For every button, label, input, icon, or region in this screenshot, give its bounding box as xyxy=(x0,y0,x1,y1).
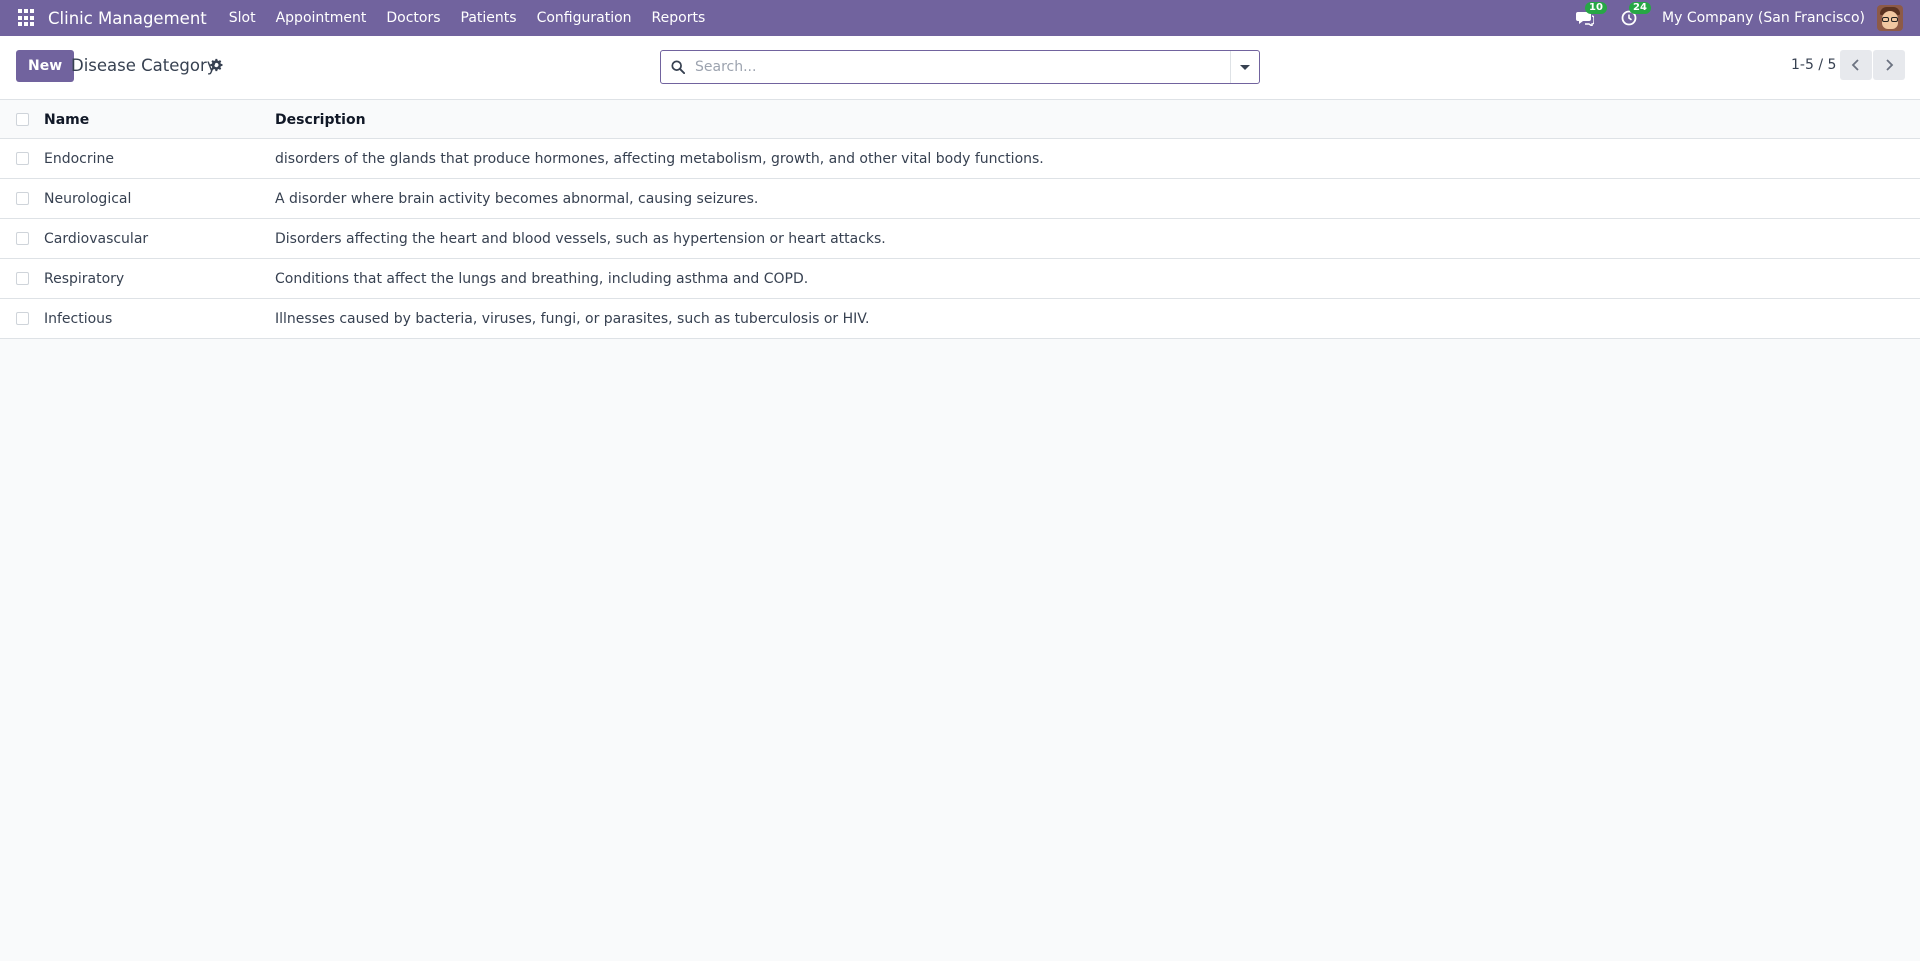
user-avatar[interactable] xyxy=(1877,5,1903,31)
table-row[interactable]: Respiratory Conditions that affect the l… xyxy=(0,259,1920,299)
pager-value[interactable]: 1-5 / 5 xyxy=(1791,57,1836,73)
pager-previous-button[interactable] xyxy=(1840,50,1872,80)
table-row[interactable]: Infectious Illnesses caused by bacteria,… xyxy=(0,299,1920,339)
search-input[interactable] xyxy=(695,52,1230,82)
column-header-description[interactable]: Description xyxy=(275,112,1920,128)
apps-menu-icon[interactable] xyxy=(18,9,36,27)
menu-item-patients[interactable]: Patients xyxy=(451,10,527,26)
search-options-toggle[interactable] xyxy=(1230,51,1259,83)
cell-name: Cardiovascular xyxy=(44,230,149,247)
row-checkbox[interactable] xyxy=(16,312,29,325)
table-header: Name Description xyxy=(0,101,1920,139)
pager-next-button[interactable] xyxy=(1873,50,1905,80)
activities-badge: 24 xyxy=(1629,2,1651,14)
search-icon xyxy=(671,60,685,74)
cell-description: Illnesses caused by bacteria, viruses, f… xyxy=(275,310,870,327)
messages-badge: 10 xyxy=(1585,2,1607,14)
page-title: Disease Category xyxy=(71,56,217,75)
chevron-left-icon xyxy=(1851,59,1859,71)
menu-item-slot[interactable]: Slot xyxy=(219,10,266,26)
company-switcher[interactable]: My Company (San Francisco) xyxy=(1662,10,1865,26)
cell-description: disorders of the glands that produce hor… xyxy=(275,150,1044,167)
gear-icon[interactable] xyxy=(209,58,223,72)
row-checkbox[interactable] xyxy=(16,152,29,165)
caret-down-icon xyxy=(1240,64,1250,70)
row-checkbox[interactable] xyxy=(16,192,29,205)
navbar-systray: 10 24 My Company (San Francisco) xyxy=(1574,2,1920,31)
column-header-name[interactable]: Name xyxy=(44,112,275,128)
messages-icon[interactable]: 10 xyxy=(1574,2,1607,29)
cell-description: Conditions that affect the lungs and bre… xyxy=(275,270,809,287)
menu-item-reports[interactable]: Reports xyxy=(642,10,716,26)
top-navbar: Clinic Management Slot Appointment Docto… xyxy=(0,0,1920,36)
cell-description: A disorder where brain activity becomes … xyxy=(275,190,759,207)
activities-clock-icon[interactable]: 24 xyxy=(1618,2,1651,29)
new-button[interactable]: New xyxy=(16,50,75,82)
chevron-right-icon xyxy=(1886,59,1894,71)
search-bar xyxy=(660,50,1260,84)
select-all-checkbox[interactable] xyxy=(16,113,29,126)
menu-item-configuration[interactable]: Configuration xyxy=(527,10,642,26)
list-view: Name Description Endocrine disorders of … xyxy=(0,101,1920,339)
cell-name: Neurological xyxy=(44,190,132,207)
app-brand[interactable]: Clinic Management xyxy=(48,9,207,28)
cell-name: Endocrine xyxy=(44,150,114,167)
row-checkbox[interactable] xyxy=(16,272,29,285)
row-checkbox[interactable] xyxy=(16,232,29,245)
table-row[interactable]: Endocrine disorders of the glands that p… xyxy=(0,139,1920,179)
main-menu: Slot Appointment Doctors Patients Config… xyxy=(219,10,715,26)
cell-name: Respiratory xyxy=(44,270,125,287)
cell-name: Infectious xyxy=(44,310,113,327)
cell-description: Disorders affecting the heart and blood … xyxy=(275,230,886,247)
menu-item-doctors[interactable]: Doctors xyxy=(376,10,450,26)
table-row[interactable]: Neurological A disorder where brain acti… xyxy=(0,179,1920,219)
control-panel: New Disease Category 1-5 / 5 xyxy=(0,36,1920,100)
table-row[interactable]: Cardiovascular Disorders affecting the h… xyxy=(0,219,1920,259)
menu-item-appointment[interactable]: Appointment xyxy=(266,10,377,26)
